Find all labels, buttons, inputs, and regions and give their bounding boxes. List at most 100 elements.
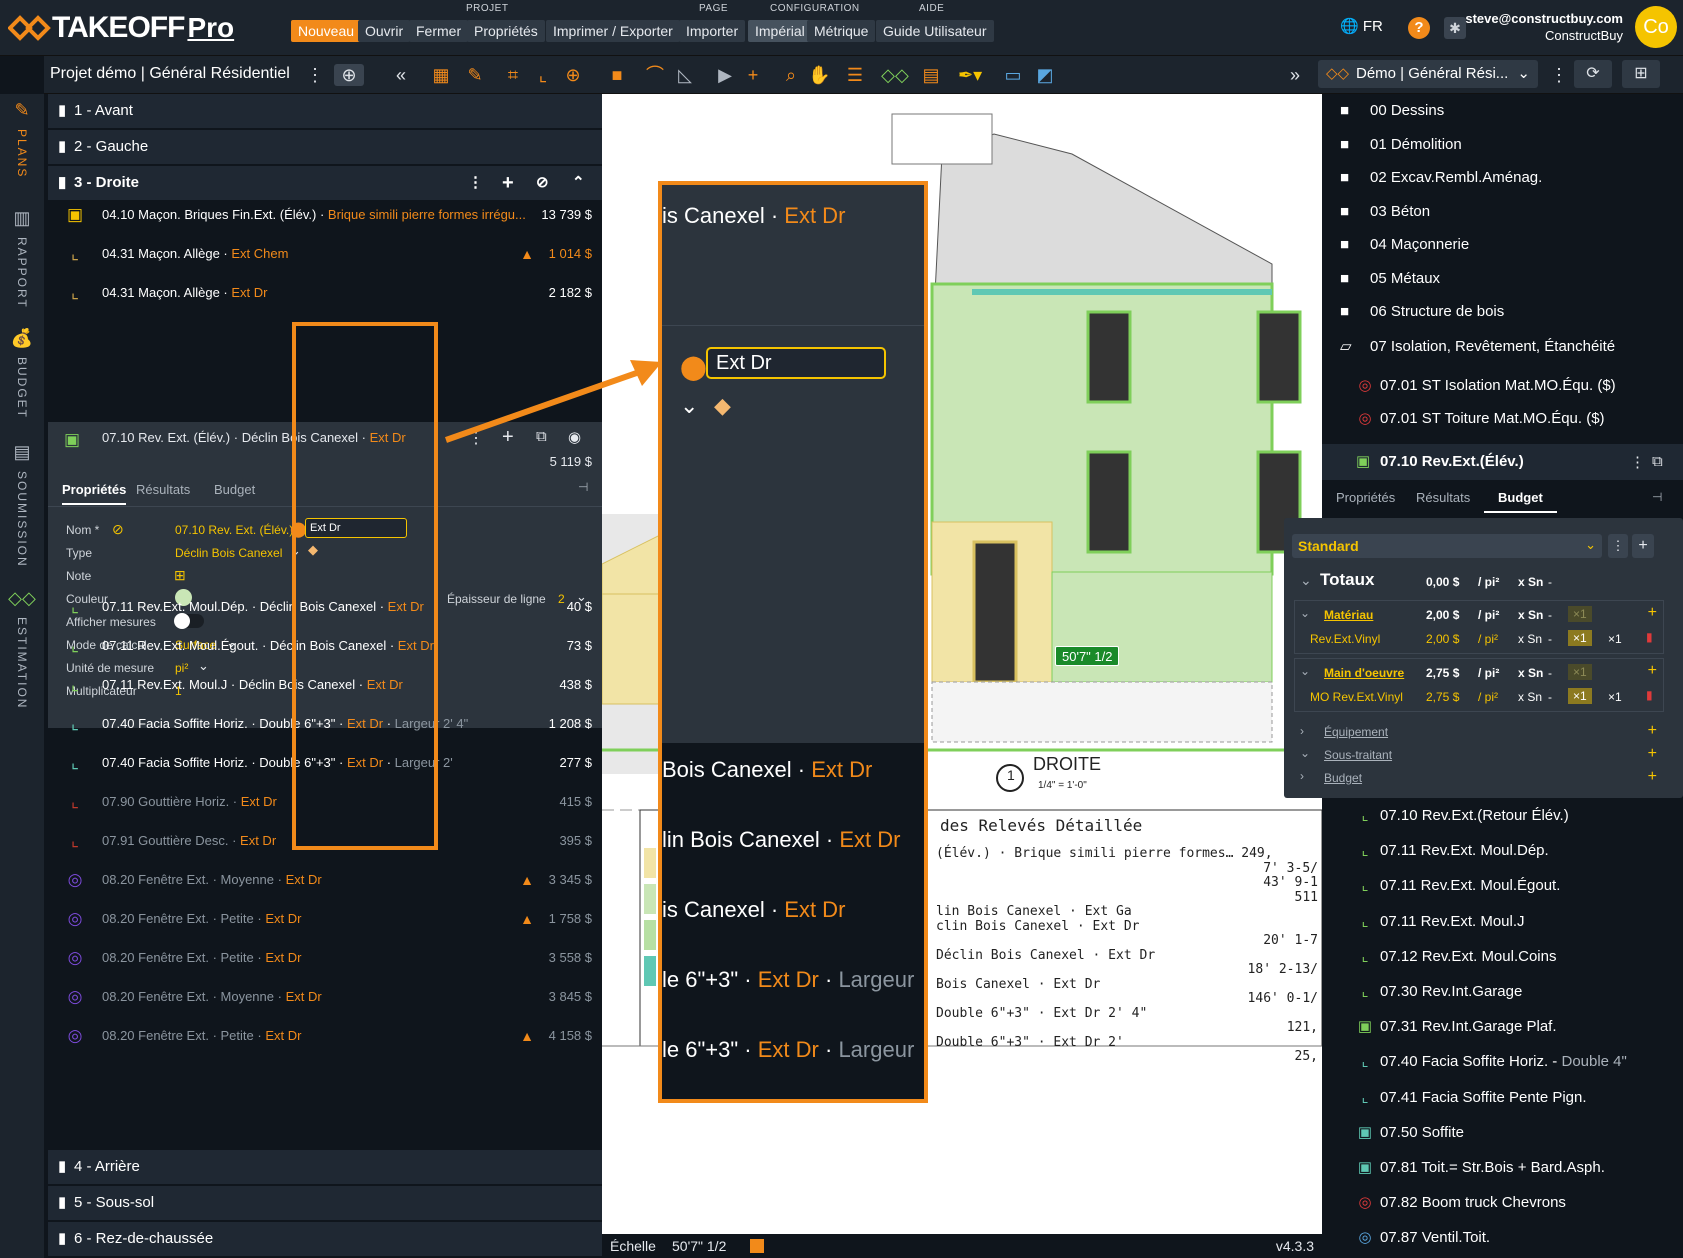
project-select[interactable]: ◇◇ Démo | Général Rési... ⌄: [1318, 60, 1538, 88]
item-row[interactable]: ▣ 04.10 Maçon. Briques Fin.Ext. (Élév.) ·…: [48, 194, 602, 236]
item-row[interactable]: ◎ 08.20 Fenêtre Ext. · Petite · Ext Dr ▲ 4 …: [48, 1015, 602, 1057]
link-icon[interactable]: ⊘: [112, 521, 124, 538]
folder-item[interactable]: ■ 06 Structure de bois: [1340, 303, 1504, 320]
note-icon[interactable]: ◩: [1034, 64, 1056, 86]
language-selector[interactable]: 🌐 FR: [1340, 17, 1383, 35]
main-oeuvre-mult[interactable]: ×1: [1568, 664, 1592, 680]
zoom-icon[interactable]: ⌕: [780, 64, 802, 86]
equipement-link[interactable]: Équipement: [1324, 725, 1388, 739]
tab-resultats[interactable]: Résultats: [136, 482, 190, 497]
entry-item[interactable]: ⌞ 07.11 Rev.Ext. Moul.Dép.: [1356, 841, 1548, 859]
page-row[interactable]: ▮ 1 - Avant: [48, 94, 602, 128]
nom-value[interactable]: 07.10 Rev. Ext. (Élév.): [175, 523, 293, 537]
entry-item[interactable]: ▣ 07.81 Toit.= Str.Bois + Bard.Asph.: [1356, 1158, 1605, 1176]
folder-item[interactable]: ▱ 07 Isolation, Revêtement, Étanchéité: [1340, 337, 1615, 355]
kebab-menu-icon[interactable]: ⋮: [304, 64, 326, 86]
folder-item[interactable]: ■ 05 Métaux: [1340, 270, 1440, 287]
tab-proprietes[interactable]: Propriétés: [62, 482, 127, 505]
scale-icon[interactable]: [750, 1239, 764, 1253]
pan-hand-icon[interactable]: ✋: [808, 64, 830, 86]
chevron-right-icon[interactable]: ›: [1300, 769, 1304, 783]
page-row[interactable]: ▮ 5 - Sous-sol: [48, 1186, 602, 1220]
plus-tool-icon[interactable]: +: [742, 64, 764, 86]
page-row[interactable]: ▮ 4 - Arrière: [48, 1150, 602, 1184]
expand-right-icon[interactable]: »: [1284, 64, 1306, 86]
proprietes-button[interactable]: Propriétés: [467, 20, 545, 42]
marker-icon[interactable]: ✒▾: [958, 64, 982, 86]
folder-item[interactable]: ■ 04 Maçonnerie: [1340, 236, 1469, 253]
list-icon[interactable]: ▤: [920, 64, 942, 86]
line-tool-icon[interactable]: ⌞: [532, 64, 554, 86]
folder-item[interactable]: ■ 02 Excav.Rembl.Aménag.: [1340, 169, 1542, 186]
kebab-menu-icon-right[interactable]: ⋮: [1548, 64, 1570, 86]
play-icon[interactable]: ▶: [714, 64, 736, 86]
entry-item[interactable]: ▣ 07.31 Rev.Int.Garage Plaf.: [1356, 1017, 1557, 1035]
folder-item[interactable]: ■ 03 Béton: [1340, 203, 1430, 220]
entry-item[interactable]: ◎ 07.01 ST Isolation Mat.MO.Équ. ($): [1356, 376, 1615, 394]
tab-resultats[interactable]: Résultats: [1416, 490, 1470, 505]
scale-value[interactable]: 50'7" 1/2: [672, 1234, 726, 1258]
tab-budget[interactable]: Budget: [214, 482, 255, 497]
bug-icon[interactable]: ✱: [1444, 17, 1466, 39]
entry-item[interactable]: ⌞ 07.30 Rev.Int.Garage: [1356, 982, 1522, 1000]
pin-icon[interactable]: ⊣: [578, 480, 588, 494]
add-note-icon[interactable]: ⊞: [174, 567, 186, 584]
comment-icon[interactable]: ▭: [1002, 64, 1024, 86]
entry-item[interactable]: ⌞ 07.40 Facia Soffite Horiz. - Double 4": [1356, 1052, 1626, 1070]
entry-item[interactable]: ⌞ 07.41 Facia Soffite Pente Pign.: [1356, 1088, 1586, 1106]
entry-item[interactable]: ▣ 07.50 Soffite: [1356, 1123, 1464, 1141]
imprimer-exporter-button[interactable]: Imprimer / Exporter: [546, 20, 680, 42]
chevron-down-icon[interactable]: ⌄: [680, 393, 698, 419]
nouveau-button[interactable]: Nouveau: [291, 20, 362, 42]
report-icon[interactable]: ☰: [844, 64, 866, 86]
preset-select[interactable]: Standard ⌄: [1292, 534, 1602, 558]
entry-item[interactable]: ⌞ 07.10 Rev.Ext.(Retour Élév.): [1356, 806, 1568, 824]
metrique-button[interactable]: Métrique: [807, 20, 876, 42]
area-tool-icon[interactable]: ▦: [430, 64, 452, 86]
item-row[interactable]: ◎ 08.20 Fenêtre Ext. · Moyenne · Ext Dr 3 …: [48, 976, 602, 1018]
guide-utilisateur-button[interactable]: Guide Utilisateur: [876, 20, 994, 42]
folder-item[interactable]: ■ 00 Dessins: [1340, 102, 1444, 119]
zoom-location-input[interactable]: Ext Dr: [706, 347, 886, 379]
add-materiau-icon[interactable]: +: [1648, 604, 1657, 622]
curve-tool-icon[interactable]: ⌒: [644, 64, 666, 86]
chevron-right-icon[interactable]: ›: [1300, 724, 1304, 738]
app-logo[interactable]: TAKEOFF Pro: [8, 10, 234, 46]
ouvrir-button[interactable]: Ouvrir: [358, 20, 411, 42]
chevron-down-icon[interactable]: ⌄: [1300, 664, 1310, 678]
materiau-link[interactable]: Matériau: [1324, 608, 1373, 622]
page-row[interactable]: ▮ 2 - Gauche: [48, 130, 602, 164]
add-page-icon[interactable]: ⊕: [334, 64, 364, 86]
add-main-oeuvre-icon[interactable]: +: [1648, 662, 1657, 680]
materiau-mult[interactable]: ×1: [1568, 606, 1592, 622]
selected-entry[interactable]: ▣ 07.10 Rev.Ext.(Élév.) ⋮ ⧉: [1322, 444, 1683, 480]
kebab-menu-icon[interactable]: ⋮: [1630, 453, 1645, 471]
item-row[interactable]: ◎ 08.20 Fenêtre Ext. · Moyenne · Ext Dr ▲ 3…: [48, 859, 602, 901]
nav-soumission[interactable]: ▤ SOUMISSION: [0, 442, 44, 568]
item-row[interactable]: ⌞ 04.31 Maçon. Allège · Ext Dr 2 182 $: [48, 272, 602, 314]
ruler-tool-icon[interactable]: ✎: [464, 64, 486, 86]
item-row[interactable]: ◎ 08.20 Fenêtre Ext. · Petite · Ext Dr 3 5…: [48, 937, 602, 979]
materiau-sub-mult[interactable]: ×1: [1568, 630, 1592, 646]
type-value[interactable]: Déclin Bois Canexel: [175, 546, 282, 560]
importer-button[interactable]: Importer: [679, 20, 746, 42]
tab-budget[interactable]: Budget: [1484, 490, 1557, 513]
budget-link[interactable]: Budget: [1324, 771, 1362, 785]
nav-rapport[interactable]: ▥ RAPPORT: [0, 208, 44, 309]
dimension-label[interactable]: 50'7" 1/2: [1055, 646, 1120, 666]
chevron-down-icon[interactable]: ⌄: [1300, 572, 1312, 589]
nav-estimation[interactable]: ◇◇ ESTIMATION: [0, 588, 44, 709]
entry-item[interactable]: ⌞ 07.11 Rev.Ext. Moul.Égout.: [1356, 876, 1560, 894]
fermer-button[interactable]: Fermer: [409, 20, 469, 42]
page-row[interactable]: ▮ 6 - Rez-de-chaussée: [48, 1222, 602, 1256]
kebab-menu-icon[interactable]: ⋮: [1608, 534, 1628, 558]
entry-item[interactable]: ◎ 07.82 Boom truck Chevrons: [1356, 1193, 1565, 1211]
avatar[interactable]: Co: [1635, 6, 1677, 48]
entry-item[interactable]: ◎ 07.01 ST Toiture Mat.MO.Équ. ($): [1356, 409, 1604, 427]
add-sous-traitant-icon[interactable]: +: [1648, 745, 1657, 763]
trash-icon[interactable]: ▮: [1646, 688, 1653, 702]
add-equipement-icon[interactable]: +: [1648, 722, 1657, 740]
slope-tool-icon[interactable]: ◺: [674, 64, 696, 86]
collapse-left-icon[interactable]: «: [390, 64, 412, 86]
add-budget-icon[interactable]: +: [1648, 768, 1657, 786]
